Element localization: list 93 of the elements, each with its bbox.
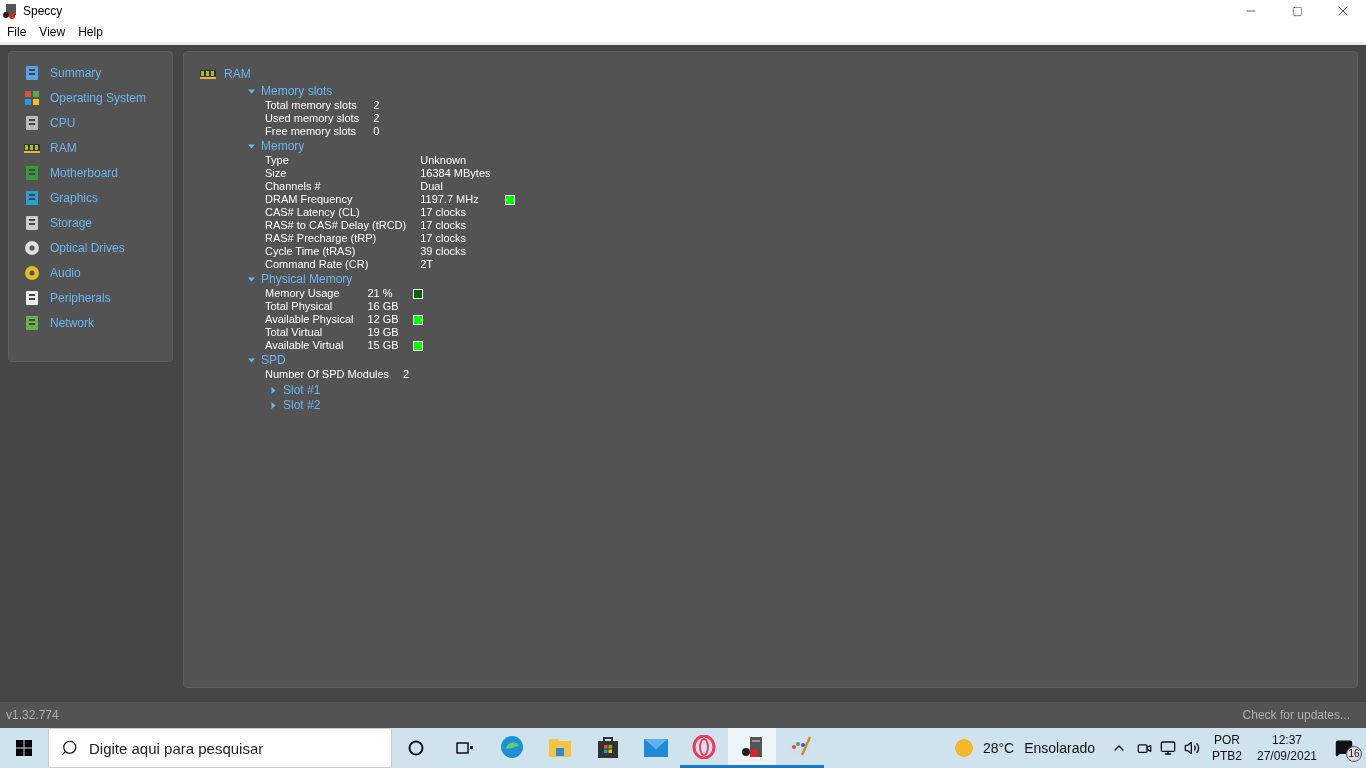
window-title: Speccy [23, 3, 63, 20]
property-label: Channels # [265, 180, 322, 193]
sidebar-item[interactable]: Peripherals [24, 290, 172, 306]
group-heading[interactable]: SPD [261, 353, 286, 367]
group-heading[interactable]: Slot #1 [283, 384, 321, 397]
property-value: Unknown [420, 154, 468, 167]
disc-icon [24, 240, 40, 256]
input-language[interactable]: PTB2 [1212, 748, 1242, 764]
property-label: Available Virtual [265, 339, 345, 352]
notifications-button[interactable]: 16 [1322, 728, 1366, 768]
expanded-arrow-icon[interactable] [248, 142, 255, 150]
property-value: 2T [420, 258, 435, 271]
sidebar-item[interactable]: Graphics [24, 190, 172, 206]
property-value: 17 clocks [420, 206, 468, 219]
sidebar-item[interactable]: RAM [24, 140, 172, 156]
property-value: 15 GB [367, 339, 399, 352]
sidebar-item[interactable]: Audio [24, 265, 172, 281]
menu-item[interactable]: Help [78, 23, 103, 41]
property-value: 16384 MBytes [420, 167, 491, 180]
property-label: Total Physical [265, 300, 334, 313]
sidebar-item[interactable]: Motherboard [24, 165, 172, 181]
notification-count: 16 [1346, 746, 1362, 762]
property-value: 19 GB [367, 326, 399, 339]
group-heading[interactable]: Memory slots [261, 84, 333, 98]
property-label: Command Rate (CR) [265, 258, 370, 271]
windows-flag-icon [24, 90, 40, 106]
clock-date[interactable]: 27/09/2021 [1256, 748, 1318, 764]
property-label: DRAM Frequency [265, 193, 354, 206]
sun-icon [954, 739, 973, 757]
sidebar-item[interactable]: Summary [24, 65, 172, 81]
property-label: Type [265, 154, 290, 167]
property-label: CAS# Latency (CL) [265, 206, 361, 219]
collapsed-arrow-icon[interactable] [270, 387, 277, 394]
property-value: 2 [373, 112, 380, 125]
property-value: 1197.7 MHz [420, 193, 480, 206]
sidebar-item[interactable]: Optical Drives [24, 240, 172, 256]
expanded-arrow-icon[interactable] [248, 275, 255, 283]
sidebar-item[interactable]: Network [24, 315, 172, 331]
property-value: 17 clocks [420, 232, 468, 245]
property-label: Number Of SPD Modules [265, 368, 390, 381]
expanded-arrow-icon[interactable] [248, 87, 255, 95]
sidebar-item[interactable]: Storage [24, 215, 172, 231]
property-label: Used memory slots [265, 112, 360, 125]
menu-item[interactable]: File [7, 23, 27, 41]
circle-icon [408, 740, 424, 756]
group-heading[interactable]: Physical Memory [261, 272, 353, 286]
computer-glasses-icon [740, 734, 764, 759]
property-label: Available Physical [265, 313, 354, 326]
restore-icon [1291, 5, 1303, 17]
property-value: 2 [373, 99, 380, 112]
property-value: 0 [373, 125, 380, 138]
property-label: RAS# to CAS# Delay (tRCD) [265, 219, 407, 232]
sidebar-item[interactable]: Operating System [24, 90, 172, 106]
group-heading[interactable]: Memory [261, 139, 305, 153]
search-field[interactable]: Digite aqui para pesquisar [48, 728, 392, 768]
section-title: RAM [224, 67, 251, 81]
task-view-icon [455, 740, 473, 756]
collapsed-arrow-icon[interactable] [270, 402, 277, 409]
network-monitor-icon[interactable] [1160, 740, 1176, 756]
shopping-bag-icon [596, 734, 620, 759]
input-language[interactable]: POR [1214, 732, 1240, 748]
version-text: v1.32.774 [6, 707, 59, 724]
property-value: 17 clocks [420, 219, 468, 232]
computer-glasses-icon [2, 3, 18, 19]
weather-text: Ensolarado [1024, 738, 1095, 758]
speaker-icon[interactable] [1184, 740, 1200, 756]
windows-logo-icon [16, 740, 32, 756]
ring-o-icon [692, 734, 716, 759]
menu-item[interactable]: View [39, 23, 66, 41]
envelope-icon [644, 736, 668, 757]
property-label: RAS# Precharge (tRP) [265, 232, 378, 245]
clock-time[interactable]: 12:37 [1272, 732, 1302, 748]
taskbar-app[interactable] [728, 728, 776, 768]
property-value: Dual [420, 180, 444, 193]
property-label: Total Virtual [265, 326, 324, 339]
property-label: Size [265, 167, 288, 180]
sidebar-item[interactable]: CPU [24, 115, 172, 131]
check-updates-link[interactable]: Check for updates... [1242, 706, 1350, 724]
group-heading[interactable]: Slot #2 [283, 399, 321, 412]
property-label: Total memory slots [265, 99, 358, 112]
weather-temperature: 28°C [982, 738, 1015, 758]
property-value: 16 GB [367, 300, 399, 313]
browser-swirl-icon [500, 734, 524, 759]
property-label: Memory Usage [265, 287, 341, 300]
property-value: 2 [403, 368, 410, 381]
speaker-icon [24, 265, 40, 281]
property-value: 21 % [367, 287, 394, 300]
property-value: 39 clocks [420, 245, 468, 258]
search-icon [60, 739, 78, 757]
property-value: 12 GB [367, 313, 399, 326]
property-label: Cycle Time (tRAS) [265, 245, 357, 258]
expanded-arrow-icon[interactable] [248, 356, 255, 364]
property-label: Free memory slots [265, 125, 358, 138]
